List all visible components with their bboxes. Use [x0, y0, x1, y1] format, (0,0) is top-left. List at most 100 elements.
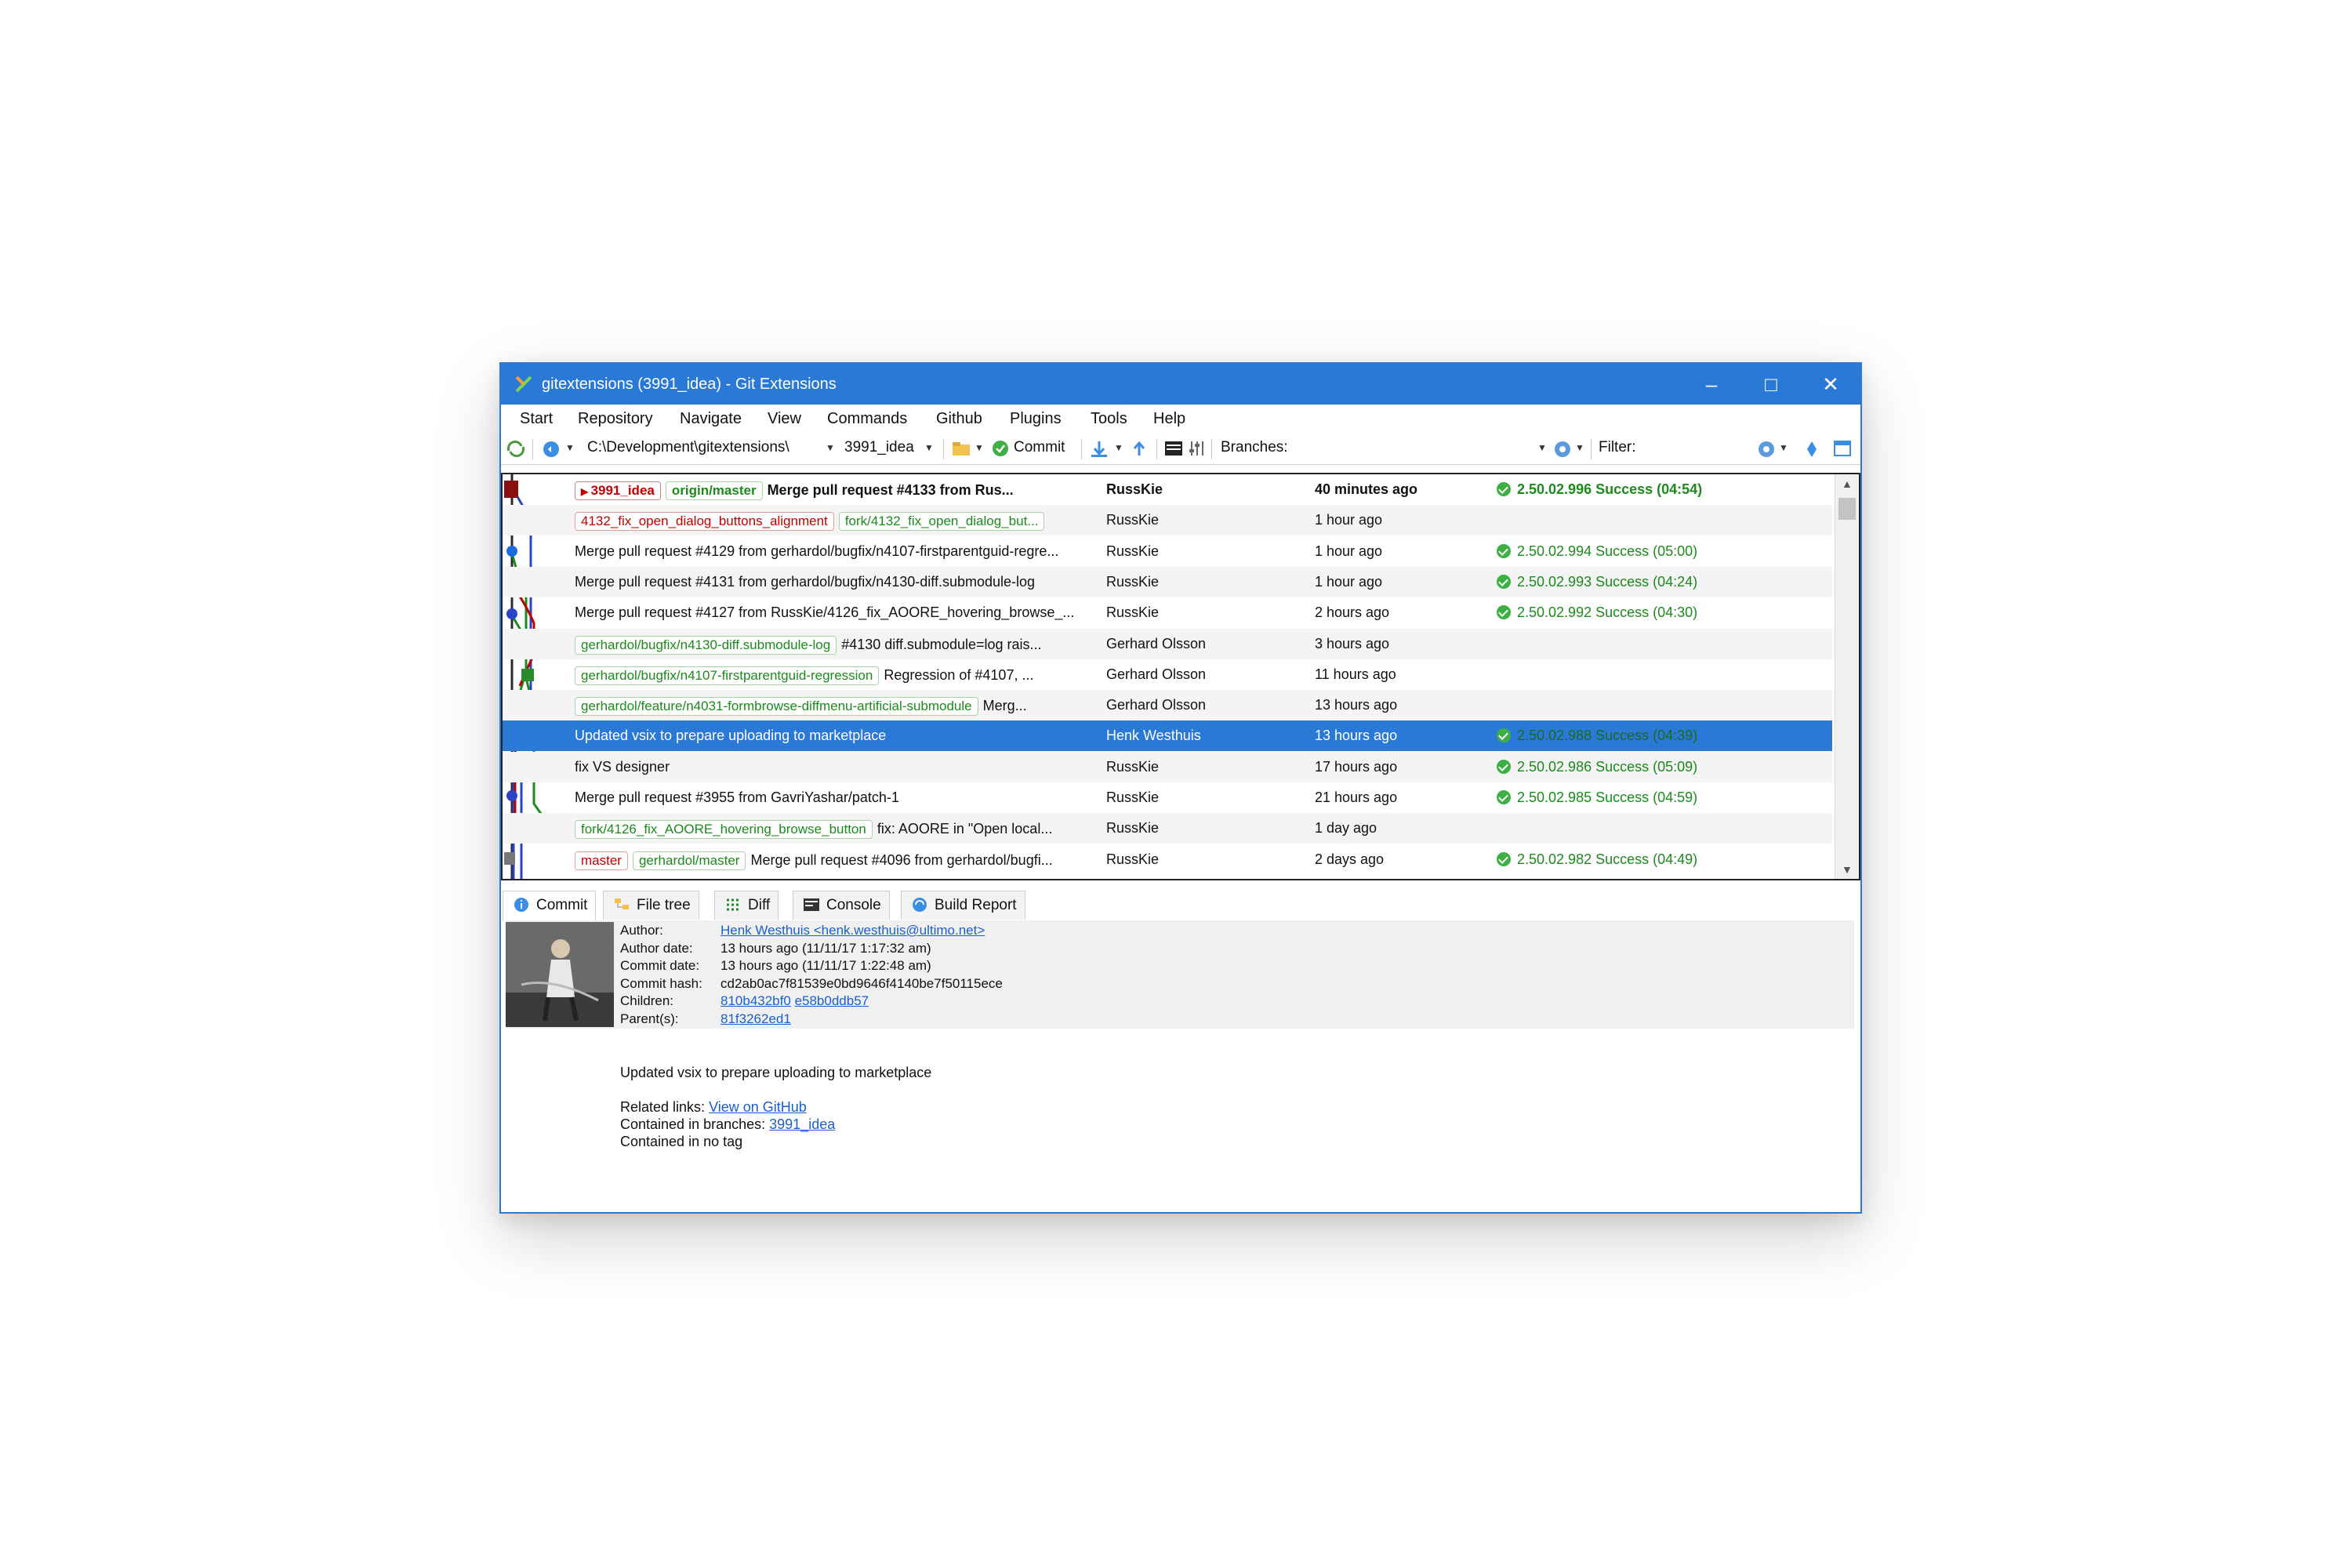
- commit-row[interactable]: fork/4126_fix_AOORE_hovering_browse_butt…: [503, 813, 1832, 844]
- commit-hash-value: cd2ab0ac7f81539e0bd9646f4140be7f50115ece: [720, 975, 1003, 991]
- commit-row[interactable]: gerhardol/feature/n4031-formbrowse-diffm…: [503, 690, 1832, 721]
- chevron-down-icon[interactable]: ▼: [975, 442, 984, 453]
- pull-icon[interactable]: [1089, 440, 1109, 459]
- chevron-down-icon[interactable]: ▼: [565, 442, 575, 453]
- branch-label[interactable]: fork/4132_fix_open_dialog_but...: [838, 512, 1045, 532]
- commit-row[interactable]: fix VS designer RussKie 17 hours ago 2.50.0…: [503, 751, 1832, 782]
- build-status-cell[interactable]: 2.50.02.993 Success (04:24): [1497, 574, 1697, 590]
- diff-icon: [727, 898, 739, 911]
- child-commit-link[interactable]: e58b0ddb57: [795, 993, 869, 1008]
- scroll-up-arrow[interactable]: ▲: [1842, 477, 1853, 490]
- author-cell: RussKie: [1106, 758, 1160, 775]
- menu-start[interactable]: Start: [520, 410, 553, 428]
- scrollbar-thumb[interactable]: [1838, 498, 1856, 520]
- commit-row[interactable]: gerhardol/bugfix/n4130-diff.submodule-lo…: [503, 628, 1832, 659]
- toolbar-separator: [1591, 439, 1592, 459]
- parent-commit-link[interactable]: 81f3262ed1: [720, 1011, 791, 1029]
- menu-help[interactable]: Help: [1153, 410, 1185, 428]
- commit-row[interactable]: Merge pull request #4129 from gerhardol/…: [503, 536, 1832, 567]
- settings-icon[interactable]: [1188, 440, 1207, 457]
- layout-icon[interactable]: [1834, 441, 1851, 456]
- refresh-icon[interactable]: [506, 440, 526, 457]
- commit-row[interactable]: master gerhardol/master Merge pull request…: [503, 844, 1832, 875]
- branch-label[interactable]: gerhardol/bugfix/n4130-diff.submodule-lo…: [575, 635, 837, 655]
- stash-icon[interactable]: [951, 440, 971, 457]
- chevron-down-icon[interactable]: ▼: [1779, 442, 1788, 453]
- minimize-button[interactable]: –: [1682, 364, 1741, 405]
- commit-row[interactable]: 4132_fix_open_dialog_buttons_alignment fo…: [503, 505, 1832, 536]
- tab-commit[interactable]: Commit: [503, 891, 597, 921]
- author-cell: RussKie: [1106, 512, 1160, 528]
- vertical-scrollbar[interactable]: ▲ ▼: [1835, 474, 1859, 879]
- commit-row[interactable]: Merge pull request #4127 from RussKie/41…: [503, 597, 1832, 628]
- commit-hash-label: Commit hash:: [620, 975, 702, 991]
- author-link[interactable]: Henk Westhuis <henk.westhuis@ultimo.net>: [720, 922, 985, 940]
- tab-build-report[interactable]: Build Report: [901, 891, 1025, 920]
- branches-filter-input[interactable]: [1293, 437, 1552, 459]
- build-status-cell[interactable]: 2.50.02.994 Success (05:00): [1497, 543, 1697, 560]
- branch-label[interactable]: origin/master: [665, 481, 763, 500]
- menu-view[interactable]: View: [768, 410, 801, 428]
- branch-label[interactable]: gerhardol/bugfix/n4107-firstparentguid-r…: [575, 666, 880, 685]
- menu-navigate[interactable]: Navigate: [680, 410, 742, 428]
- build-status-cell[interactable]: 2.50.02.985 Success (04:59): [1497, 789, 1697, 806]
- branch-label[interactable]: gerhardol/master: [632, 851, 746, 870]
- commit-row[interactable]: ▶ 3991_idea origin/master Merge pull reque…: [503, 474, 1832, 505]
- chevron-down-icon[interactable]: ▼: [924, 442, 934, 453]
- child-commit-link[interactable]: 810b432bf0: [720, 993, 791, 1008]
- build-status-cell[interactable]: 2.50.02.982 Success (04:49): [1497, 851, 1697, 868]
- branch-label[interactable]: gerhardol/feature/n4031-formbrowse-diffm…: [575, 697, 978, 717]
- parents-label: Parent(s):: [620, 1011, 679, 1026]
- build-report-icon: [913, 898, 927, 912]
- branch-label[interactable]: ▶ 3991_idea: [575, 481, 661, 500]
- tab-console[interactable]: Console: [793, 891, 890, 920]
- branch-label[interactable]: 4132_fix_open_dialog_buttons_alignment: [575, 512, 834, 532]
- branch-label[interactable]: master: [575, 851, 628, 870]
- push-icon[interactable]: [1130, 440, 1149, 459]
- commit-icon[interactable]: [992, 440, 1009, 457]
- commit-row[interactable]: Updated vsix to prepare uploading to mar…: [503, 720, 1832, 752]
- chevron-down-icon[interactable]: ▼: [826, 442, 835, 453]
- commit-message-cell: master gerhardol/master Merge pull request…: [575, 851, 1092, 870]
- branch-link[interactable]: 3991_idea: [769, 1116, 835, 1132]
- commit-row[interactable]: gerhardol/bugfix/n4107-firstparentguid-r…: [503, 659, 1832, 690]
- revision-grid[interactable]: ▶ 3991_idea origin/master Merge pull reque…: [501, 473, 1860, 880]
- branch-label[interactable]: fork/4126_fix_AOORE_hovering_browse_butt…: [575, 820, 873, 840]
- toolbar-separator: [943, 439, 944, 459]
- build-status-cell[interactable]: 2.50.02.986 Success (05:09): [1497, 759, 1697, 775]
- menu-commands[interactable]: Commands: [827, 410, 907, 428]
- author-cell: RussKie: [1106, 481, 1163, 497]
- tab-diff[interactable]: Diff: [714, 891, 779, 920]
- menu-tools[interactable]: Tools: [1091, 410, 1127, 428]
- build-status-cell[interactable]: 2.50.02.996 Success (04:54): [1497, 481, 1702, 498]
- branch-selector[interactable]: 3991_idea: [844, 439, 914, 456]
- console-icon[interactable]: [1164, 440, 1183, 457]
- scroll-down-arrow[interactable]: ▼: [1842, 863, 1853, 876]
- repository-path[interactable]: C:\Development\gitextensions\: [587, 439, 789, 456]
- date-cell: 13 hours ago: [1315, 728, 1398, 744]
- commit-button[interactable]: Commit: [1014, 439, 1065, 456]
- build-status-cell[interactable]: 2.50.02.988 Success (04:39): [1497, 728, 1697, 744]
- success-check-icon: [1497, 790, 1511, 804]
- filter-options-icon[interactable]: [1757, 440, 1776, 459]
- menu-github[interactable]: Github: [936, 410, 982, 428]
- chevron-down-icon[interactable]: ▼: [1575, 442, 1584, 453]
- contained-in-tags: Contained in no tag: [620, 1134, 743, 1149]
- dashboard-icon[interactable]: [542, 440, 561, 459]
- date-cell: 21 hours ago: [1315, 789, 1398, 805]
- menu-plugins[interactable]: Plugins: [1010, 410, 1062, 428]
- build-status-cell[interactable]: 2.50.02.992 Success (04:30): [1497, 604, 1697, 621]
- show-first-parent-icon[interactable]: [1806, 440, 1818, 459]
- view-on-github-link[interactable]: View on GitHub: [709, 1099, 807, 1115]
- filter-input[interactable]: [1653, 437, 1771, 459]
- close-button[interactable]: ✕: [1801, 364, 1860, 405]
- tab-file-tree[interactable]: File tree: [603, 891, 699, 920]
- commit-row[interactable]: Merge pull request #3955 from GavriYasha…: [503, 782, 1832, 813]
- menu-repository[interactable]: Repository: [578, 410, 653, 428]
- chevron-down-icon[interactable]: ▼: [1537, 442, 1547, 453]
- maximize-button[interactable]: □: [1741, 364, 1801, 405]
- chevron-down-icon[interactable]: ▼: [1114, 442, 1123, 453]
- branches-options-icon[interactable]: [1553, 440, 1572, 459]
- avatar-image: [506, 922, 614, 1027]
- commit-row[interactable]: Merge pull request #4131 from gerhardol/…: [503, 566, 1832, 597]
